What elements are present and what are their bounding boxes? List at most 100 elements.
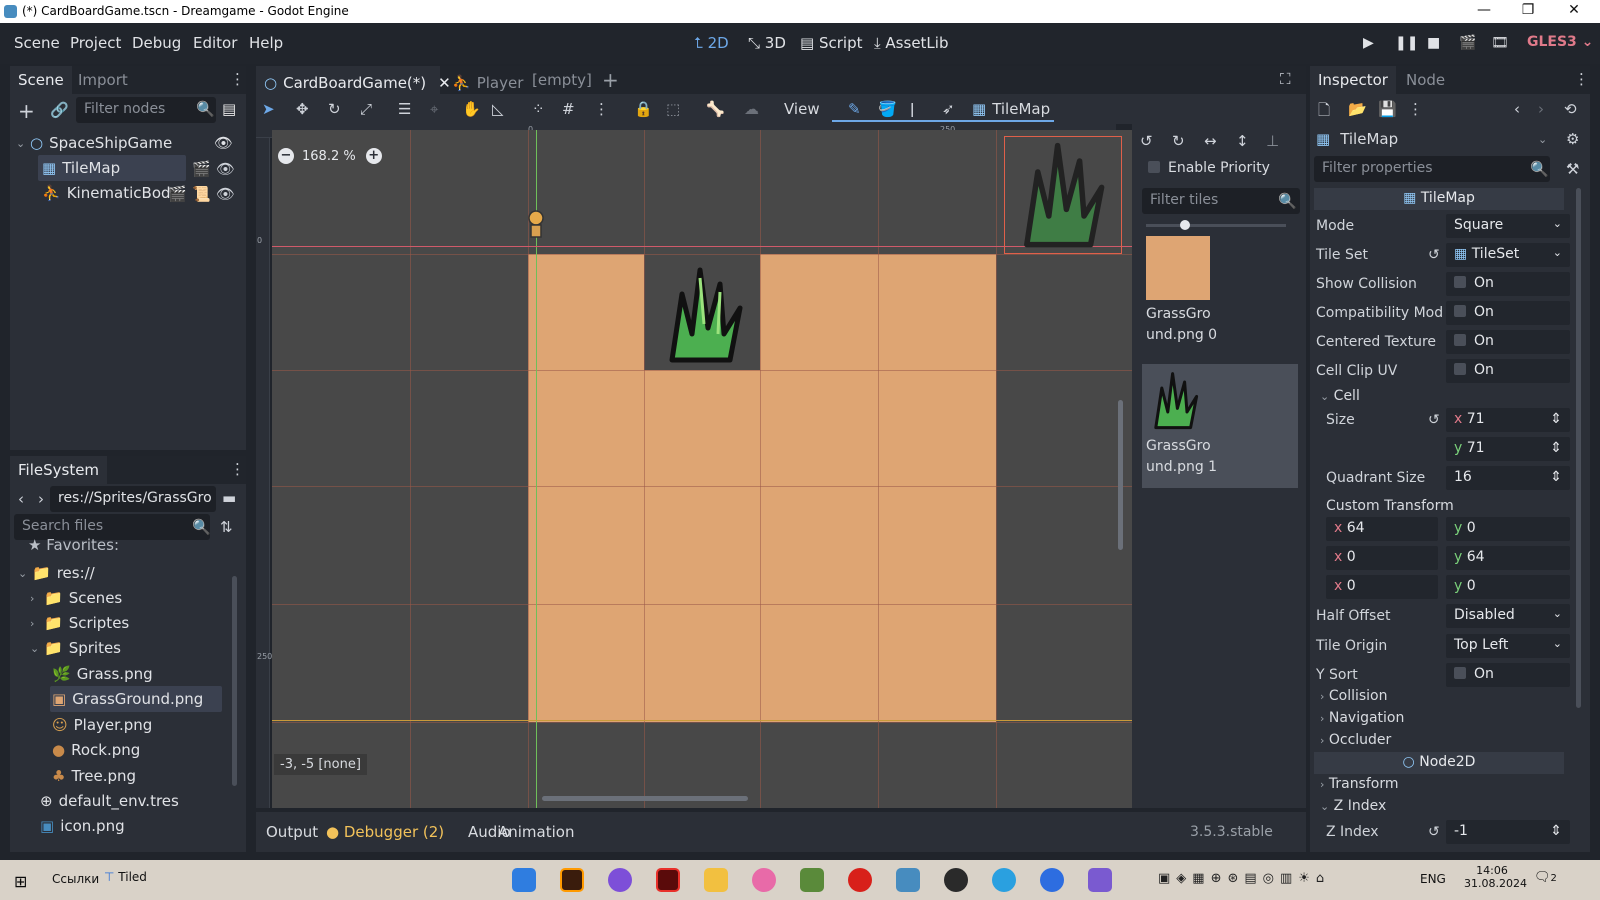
flip-horizontal-icon[interactable]: ↔ [1204, 132, 1217, 150]
tab-scene[interactable]: Scene [10, 66, 72, 94]
enable-priority-checkbox[interactable]: Enable Priority [1148, 160, 1270, 176]
view-menu[interactable]: View [784, 100, 820, 118]
menu-debug[interactable]: Debug [132, 34, 181, 52]
tab-node[interactable]: Node [1398, 66, 1453, 94]
file-explorer-icon[interactable] [704, 868, 728, 892]
fs-file-default-env[interactable]: ⊕ default_env.tres [40, 788, 179, 814]
collapse-arrow-icon[interactable]: ⌄ [30, 642, 44, 655]
quadrant-size-field[interactable]: 16 ⇕ [1446, 466, 1570, 490]
minecraft-icon[interactable] [800, 868, 824, 892]
viber-icon[interactable] [608, 868, 632, 892]
transform-y-field[interactable]: y 64 [1446, 546, 1570, 570]
cell-size-x-field[interactable]: x 71 ⇕ [1446, 408, 1570, 432]
transform-x-field[interactable]: x 0 [1326, 546, 1438, 570]
tree-node-kinematicbody[interactable]: ⛹ KinematicBody [38, 180, 186, 206]
history-icon[interactable]: ⟲ [1564, 100, 1577, 118]
tileset-resource-picker[interactable]: ▦ TileSet ⌄ [1446, 243, 1570, 267]
flip-vertical-icon[interactable]: ↕ [1236, 132, 1249, 150]
horizontal-scrollbar[interactable] [542, 796, 748, 801]
tile-origin-dropdown[interactable]: Top Left ⌄ [1446, 634, 1570, 658]
zoom-level[interactable]: 168.2 % [302, 149, 356, 164]
dock-menu-icon[interactable]: ⋮ [1574, 70, 1589, 88]
compatibility-mode-checkbox[interactable]: On [1446, 301, 1570, 325]
illustrator-icon[interactable] [560, 868, 584, 892]
fs-file-grassground[interactable]: ▣ GrassGround.png [50, 686, 222, 712]
rotate-right-icon[interactable]: ↻ [1172, 132, 1185, 150]
rotate-tool-icon[interactable]: ↻ [328, 100, 341, 118]
stop-icon[interactable]: ■ [1427, 35, 1440, 51]
clock[interactable]: 14:06 31.08.2024 [1464, 864, 1527, 890]
tree-node-tilemap[interactable]: ▦ TileMap [38, 155, 186, 181]
transform-x-field[interactable]: x 64 [1326, 517, 1438, 541]
zoom-icon[interactable] [1040, 868, 1064, 892]
visibility-eye-icon[interactable]: 👁 [216, 160, 235, 178]
app-icon-6[interactable] [752, 868, 776, 892]
paint-tool-icon[interactable]: ✎ [848, 100, 861, 118]
language-indicator[interactable]: ENG [1420, 872, 1446, 886]
opera-icon[interactable] [848, 868, 872, 892]
transform-y-field[interactable]: y 0 [1446, 517, 1570, 541]
expand-arrow-icon[interactable]: › [30, 617, 44, 630]
ruler-tool-icon[interactable]: ◺ [492, 100, 504, 118]
navigation-group-toggle[interactable]: › Navigation [1320, 710, 1404, 726]
list-select-icon[interactable]: ☰ [398, 100, 411, 118]
tile-option-1[interactable]: GrassGro und.png 1 [1142, 364, 1298, 488]
history-back-icon[interactable]: ‹ [1514, 100, 1520, 118]
tab-cardboardgame[interactable]: ○ CardBoardGame(*) ✕ [256, 66, 451, 94]
scene-instance-icon[interactable]: 🎬 [192, 160, 211, 178]
select-tool-icon[interactable]: ➤ [262, 100, 275, 118]
fs-file-rock[interactable]: ● Rock.png [52, 737, 140, 763]
fs-file-grass[interactable]: 🌿 Grass.png [52, 661, 153, 687]
lock-icon[interactable]: 🔒 [634, 100, 653, 118]
script-icon[interactable]: 📜 [192, 185, 211, 203]
tilemap-menu[interactable]: ▦ TileMap [972, 100, 1050, 118]
forward-icon[interactable]: › [38, 490, 44, 508]
cell-group-toggle[interactable]: ⌄ Cell [1320, 388, 1360, 404]
filter-nodes-input[interactable]: Filter nodes [76, 97, 216, 123]
mode-dropdown[interactable]: Square ⌄ [1446, 214, 1570, 238]
attach-script-icon[interactable]: ▤ [222, 100, 236, 118]
path-field[interactable]: res://Sprites/GrassGro [50, 486, 216, 512]
sort-icon[interactable]: ⇅ [220, 518, 233, 536]
tree-node-spaceshipgame[interactable]: ⌄ ○ SpaceShipGame 👁 [16, 130, 242, 156]
revert-icon[interactable]: ↺ [1428, 824, 1440, 840]
tab-animation[interactable]: Animation [498, 823, 574, 841]
workspace-script-button[interactable]: ▤ Script [800, 34, 862, 52]
resource-menu-icon[interactable]: ⋮ [1408, 100, 1423, 118]
new-resource-icon[interactable]: 🗋 [1318, 100, 1330, 125]
tiled-shortcut[interactable]: ⊤ Tiled [104, 870, 147, 884]
notification-center[interactable]: 🗨2 [1534, 870, 1557, 885]
tab-empty[interactable]: [empty] [524, 66, 600, 94]
scale-tool-icon[interactable]: ⤢ [360, 100, 372, 118]
tab-output[interactable]: Output [266, 823, 318, 841]
expand-arrow-icon[interactable]: › [30, 592, 44, 605]
zoom-in-icon[interactable]: + [365, 148, 382, 164]
canvas-viewport[interactable]: − 168.2 % + -3, -5 [none] [272, 130, 1132, 808]
workspace-assetlib-button[interactable]: ⤓ AssetLib [874, 34, 948, 52]
half-offset-dropdown[interactable]: Disabled ⌄ [1446, 604, 1570, 628]
menu-project[interactable]: Project [70, 34, 121, 52]
collapse-arrow-icon[interactable]: ⌄ [18, 567, 32, 580]
filter-tiles-input[interactable]: Filter tiles [1142, 188, 1300, 214]
obs-icon[interactable] [944, 868, 968, 892]
visibility-eye-icon[interactable]: 👁 [214, 134, 233, 152]
animate-icon[interactable] [656, 868, 680, 892]
pivot-tool-icon[interactable]: ⌖ [430, 100, 438, 118]
tab-player[interactable]: ⛹ Player [444, 66, 531, 94]
clear-transform-icon[interactable]: ⊥ [1266, 132, 1279, 150]
tile-option-0[interactable]: GrassGro und.png 0 [1142, 236, 1300, 356]
play-icon[interactable]: ▶ [1363, 35, 1374, 51]
inspected-object-selector[interactable]: ▦ TileMap ⌄ [1316, 126, 1552, 152]
workspace-3d-button[interactable]: ⤡ 3D [748, 34, 786, 52]
system-tray-icons[interactable]: ▣◈▦⊕⊛▤◎▥☀⌂ [1158, 871, 1330, 886]
grid-snap-icon[interactable]: # [562, 100, 575, 118]
save-resource-icon[interactable]: 💾 [1378, 100, 1397, 118]
transform-y-field[interactable]: y 0 [1446, 575, 1570, 599]
occluder-group-toggle[interactable]: › Occluder [1320, 732, 1391, 748]
camera-override-icon[interactable]: ☁ [744, 100, 759, 118]
z-index-group-toggle[interactable]: ⌄ Z Index [1320, 798, 1386, 814]
filesystem-scrollbar[interactable] [232, 576, 237, 786]
fs-folder-scenes[interactable]: › 📁 Scenes [30, 585, 122, 611]
menu-scene[interactable]: Scene [14, 34, 60, 52]
visibility-eye-icon[interactable]: 👁 [216, 185, 235, 203]
